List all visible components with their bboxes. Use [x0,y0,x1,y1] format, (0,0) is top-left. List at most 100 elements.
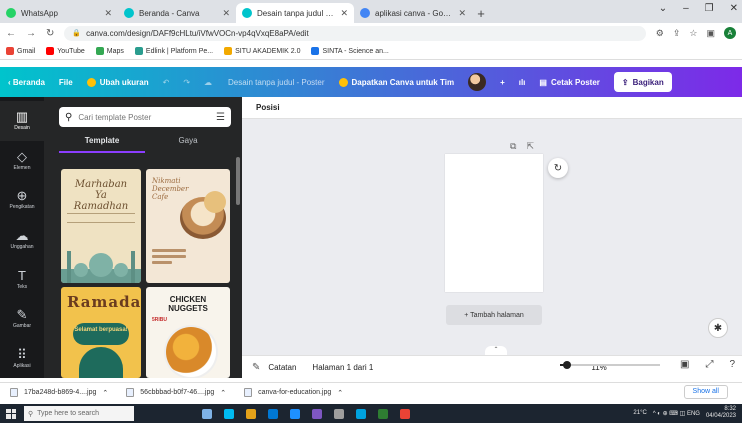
extension-icon[interactable]: ⚙ [656,28,664,39]
zoom-slider[interactable] [560,361,660,369]
page-indicator[interactable]: Halaman 1 dari 1 [312,363,373,372]
back-arrow-icon[interactable]: ← [6,28,16,39]
magic-sparkle-icon[interactable]: ✱ [708,318,728,338]
lantern-illustration [79,347,123,378]
add-page-button[interactable]: + Tambah halaman [446,305,542,325]
refresh-icon[interactable]: ↻ [548,158,568,178]
bookmark-gmail[interactable]: Gmail [6,47,35,55]
taskbar-search[interactable]: ⚲ Type here to search [24,406,134,421]
windows-start-icon[interactable] [6,408,16,419]
template-ramadan-greeting[interactable]: Ramadan Selamat berpuasa! [61,287,141,378]
rail-draw[interactable]: ✎ Gambar [0,299,44,339]
taskbar-app-icon[interactable] [378,408,388,419]
tab-google-search[interactable]: aplikasi canva - Google Penelus ✕ [354,3,472,23]
rail-brand[interactable]: ⊕ Pengikatan [0,180,44,220]
document-title[interactable]: Desain tanpa judul - Poster [228,78,325,87]
google-icon [360,8,370,18]
tab-beranda-canva[interactable]: Beranda - Canva ✕ [118,3,236,23]
taskbar-app-icon[interactable] [290,408,300,419]
redo-icon[interactable]: ↷ [183,78,190,87]
download-item[interactable]: 17ba248d-b869-4....jpg ⌃ [10,388,108,397]
restore-icon[interactable]: ❐ [705,3,714,14]
undo-icon[interactable]: ↶ [163,78,170,87]
template-ramadhan[interactable]: Marhaban Ya Ramadhan [61,169,141,283]
download-item[interactable]: 56cbbbad-b0f7-46....jpg ⌃ [126,388,226,397]
tab-title: aplikasi canva - Google Penelus [375,8,453,18]
resize-button[interactable]: Ubah ukuran [86,77,149,87]
chevron-up-icon[interactable]: ⌃ [337,389,343,397]
tab-whatsapp[interactable]: WhatsApp ✕ [0,3,118,23]
close-icon[interactable]: ✕ [104,8,112,19]
fullscreen-icon[interactable]: ⤢ [705,359,713,370]
taskbar-app-icon[interactable] [400,408,410,419]
tab-search-icon[interactable]: ⌄ [659,3,667,14]
share-button[interactable]: ⇪ Bagikan [613,72,672,92]
taskbar-app-icon[interactable] [312,408,322,419]
analytics-icon[interactable]: ılı [519,78,526,87]
duplicate-page-icon[interactable]: ⧉ [510,141,516,152]
bookmark-edlink[interactable]: Edlink | Platform Pe... [134,47,213,55]
profile-avatar[interactable]: A [724,27,736,39]
template-search[interactable]: ⚲ ☰ [59,107,231,127]
bookmark-star-icon[interactable]: ☆ [689,28,697,39]
position-button[interactable]: Posisi [256,103,280,112]
taskbar-app-icon[interactable] [268,408,278,419]
search-input[interactable] [78,112,211,122]
share-page-icon[interactable]: ⇪ [673,28,681,39]
rail-apps[interactable]: ⠿ Aplikasi [0,338,44,378]
rail-text[interactable]: T Teks [0,259,44,299]
bookmark-maps[interactable]: Maps [95,47,124,55]
tab-template[interactable]: Template [59,133,145,153]
close-window-icon[interactable]: ✕ [730,3,738,14]
design-page[interactable] [445,154,543,292]
close-icon[interactable]: ✕ [458,8,466,19]
filter-icon[interactable]: ☰ [216,112,225,123]
side-panel-icon[interactable]: ▣ [706,28,715,39]
weather-text[interactable]: 21°C [633,410,646,416]
maps-icon [95,47,104,55]
clock[interactable]: 8:32 04/04/2023 [706,406,736,420]
elements-icon: ◇ [17,148,27,164]
new-tab-button[interactable]: + [472,3,490,23]
notes-button[interactable]: Catatan [268,363,296,372]
bookmark-youtube[interactable]: YouTube [46,47,85,55]
zoom-handle[interactable] [563,361,571,369]
taskbar-app-icon[interactable] [334,408,344,419]
show-all-downloads-button[interactable]: Show all [683,385,728,399]
home-button[interactable]: ‹ Beranda [8,78,45,87]
close-icon[interactable]: ✕ [340,8,348,19]
page-grid-icon[interactable]: ▣ [680,359,689,370]
add-page-icon[interactable]: ⇱ [526,141,534,152]
forward-arrow-icon[interactable]: → [26,28,36,39]
template-december-cafe[interactable]: Nikmati December Cafe [146,169,230,283]
close-icon[interactable]: ✕ [222,8,230,19]
add-collaborator-icon[interactable]: + [500,78,505,87]
taskbar-app-icon[interactable] [202,408,212,419]
taskbar-app-icon[interactable] [246,408,256,419]
rail-design[interactable]: ▥ Desain [0,101,44,141]
taskbar-app-icon[interactable] [224,408,234,419]
panel-scrollbar[interactable] [236,157,240,205]
tab-desain-poster[interactable]: Desain tanpa judul - Poster ✕ [236,3,354,23]
download-item[interactable]: canva-for-education.jpg ⌃ [244,388,343,397]
get-canva-teams-button[interactable]: Dapatkan Canva untuk Tim [338,77,454,87]
reload-icon[interactable]: ↻ [46,28,54,39]
bookmark-situ[interactable]: SITU AKADEMIK 2.0 [224,47,300,55]
file-menu[interactable]: File [59,78,73,87]
address-bar[interactable]: 🔒 canva.com/design/DAFf9cHLtu/iVfwVOCn-v… [64,25,646,41]
bookmark-sinta[interactable]: SINTA - Science an... [311,47,389,55]
chevron-up-icon[interactable]: ⌃ [220,389,226,397]
rail-elements[interactable]: ◇ Elemen [0,141,44,181]
tray-icons[interactable]: ^ ◐ ⊕ ⌨ ◫ ENG [653,410,700,417]
avatar[interactable] [468,73,487,91]
minimize-icon[interactable]: – [683,3,689,14]
cloud-save-icon[interactable]: ☁ [204,78,212,87]
draw-icon: ✎ [16,307,28,323]
tab-style[interactable]: Gaya [145,133,231,153]
taskbar-app-icon[interactable] [356,408,366,419]
chevron-up-icon[interactable]: ⌃ [102,389,108,397]
help-icon[interactable]: ? [729,359,735,370]
template-chicken-nuggets[interactable]: CHICKEN NUGGETS 5RIBU [146,287,230,378]
print-poster-button[interactable]: ▤ Cetak Poster [539,78,599,87]
rail-uploads[interactable]: ☁ Unggahan [0,220,44,260]
